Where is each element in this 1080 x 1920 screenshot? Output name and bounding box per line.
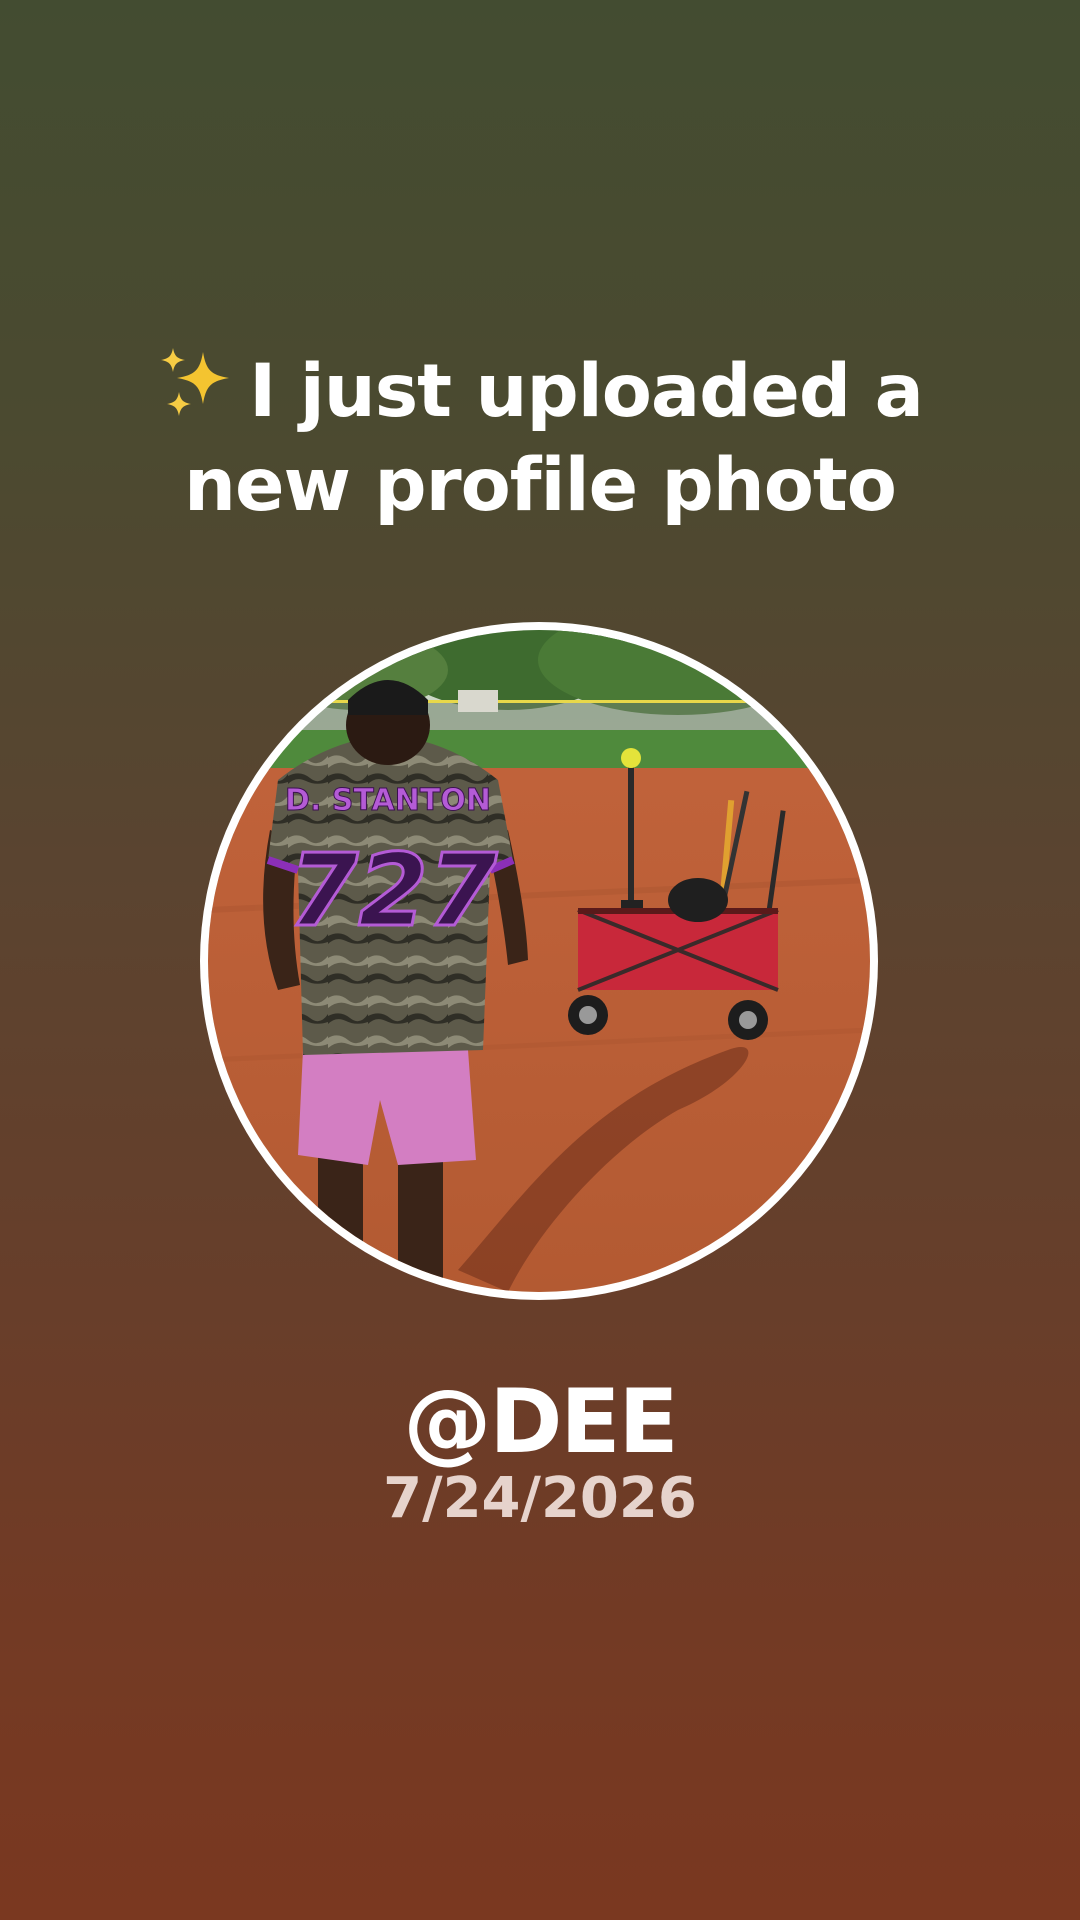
profile-photo: D. STANTON 727 bbox=[200, 622, 878, 1300]
jersey-name-text: D. STANTON bbox=[285, 783, 491, 818]
upload-date: 7/24/2026 bbox=[383, 1466, 697, 1531]
headline-line-1: I just uploaded a bbox=[90, 345, 990, 439]
headline: I just uploaded a new profile photo bbox=[90, 345, 990, 533]
username: @DEE bbox=[403, 1370, 678, 1473]
jersey-number-text: 727 bbox=[289, 832, 498, 949]
headline-line-2: new profile photo bbox=[184, 443, 897, 528]
sparkles-icon bbox=[157, 346, 235, 424]
profile-photo-image: D. STANTON 727 bbox=[208, 630, 870, 1292]
